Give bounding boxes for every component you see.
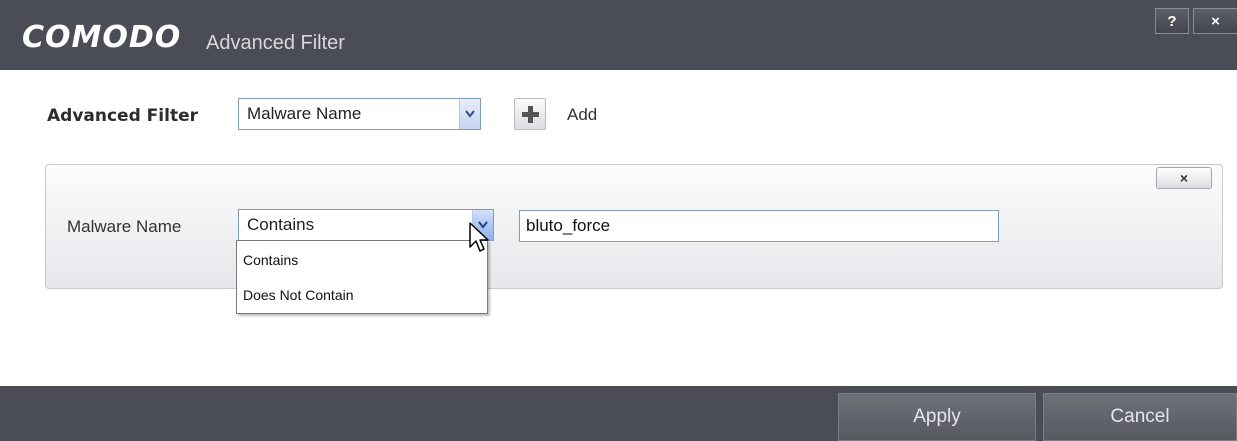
mouse-cursor-icon	[469, 222, 489, 252]
advanced-filter-dialog: COMODO Advanced Filter ? × Advanced Filt…	[0, 0, 1237, 441]
cancel-button[interactable]: Cancel	[1043, 393, 1237, 441]
window-title: Advanced Filter	[206, 32, 345, 54]
plus-icon	[522, 106, 539, 123]
add-label[interactable]: Add	[567, 105, 597, 125]
advanced-filter-label: Advanced Filter	[47, 106, 198, 126]
close-window-button[interactable]: ×	[1193, 8, 1237, 34]
condition-select[interactable]: Contains	[238, 209, 494, 241]
dropdown-option-contains[interactable]: Contains	[237, 243, 487, 277]
rule-value-input[interactable]: bluto_force	[519, 210, 999, 242]
filter-type-value: Malware Name	[247, 104, 362, 123]
rule-value-text: bluto_force	[526, 216, 611, 235]
add-filter-button[interactable]	[514, 98, 546, 130]
condition-dropdown-list: Contains Does Not Contain	[236, 240, 488, 314]
rule-field-label: Malware Name	[67, 217, 182, 236]
apply-button[interactable]: Apply	[838, 393, 1036, 441]
remove-rule-button[interactable]: ×	[1156, 167, 1212, 189]
bottom-bar: Apply Cancel	[0, 386, 1237, 441]
chevron-down-icon[interactable]	[459, 99, 480, 129]
title-bar: COMODO Advanced Filter ? ×	[0, 0, 1237, 70]
filter-rule-panel: × Malware Name Contains bluto_force	[45, 164, 1223, 289]
condition-value: Contains	[247, 215, 315, 234]
comodo-logo: COMODO	[22, 20, 182, 55]
filter-type-select[interactable]: Malware Name	[238, 98, 481, 130]
dropdown-option-does-not-contain[interactable]: Does Not Contain	[237, 278, 487, 312]
help-button[interactable]: ?	[1155, 8, 1189, 34]
dialog-content: Advanced Filter Malware Name Add × Malwa…	[20, 70, 1237, 386]
